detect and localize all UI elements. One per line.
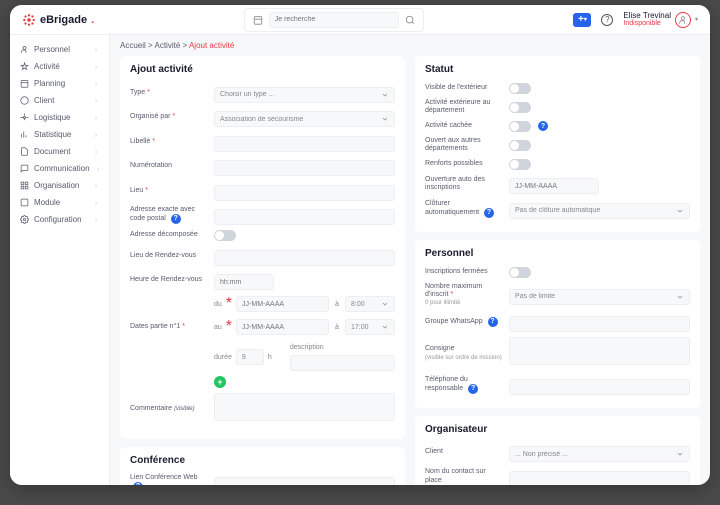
user-name: Elise Trevinal <box>623 12 671 20</box>
sidebar-item-planning[interactable]: Planning <box>10 75 109 92</box>
whatsapp-input[interactable] <box>509 316 690 332</box>
sidebar-item-activite[interactable]: Activité <box>10 58 109 75</box>
tel-resp-input[interactable] <box>509 379 690 395</box>
search-input[interactable] <box>269 12 399 28</box>
max-select[interactable]: Pas de limite <box>509 289 690 305</box>
info-icon[interactable]: ? <box>468 384 478 394</box>
desc-input[interactable] <box>290 355 395 371</box>
info-icon[interactable]: ? <box>538 121 548 131</box>
ouvert-toggle[interactable] <box>509 140 531 151</box>
date-du-input[interactable] <box>236 296 329 312</box>
add-part-button[interactable]: + <box>214 376 226 388</box>
sidebar-item-organisation[interactable]: Organisation <box>10 177 109 194</box>
time-du-select[interactable]: 8:00 <box>345 296 395 312</box>
ext-toggle[interactable] <box>509 102 531 113</box>
sidebar-item-logistique[interactable]: Logistique <box>10 109 109 126</box>
topbar: eBrigade. +▾ ? Elise Trevinal Indisponib… <box>10 5 710 35</box>
help-icon[interactable]: ? <box>601 14 613 26</box>
card-conference: Conférence Lien Conférence Web ? Code Co… <box>120 447 405 486</box>
rdv-input[interactable] <box>214 250 395 266</box>
sidebar-item-document[interactable]: Document <box>10 143 109 160</box>
time-au-select[interactable]: 17:00 <box>345 319 395 335</box>
lieu-input[interactable] <box>214 185 395 201</box>
logo-icon <box>22 13 36 27</box>
adresse-input[interactable] <box>214 209 395 225</box>
crumb-home[interactable]: Accueil <box>120 41 146 50</box>
sidebar-item-statistique[interactable]: Statistique <box>10 126 109 143</box>
cachee-toggle[interactable] <box>509 121 531 132</box>
renforts-toggle[interactable] <box>509 159 531 170</box>
type-select[interactable]: Choisir un type ... <box>214 87 395 103</box>
visible-toggle[interactable] <box>509 83 531 94</box>
card-ajout: Ajout activité Type *Choisir un type ...… <box>120 56 405 439</box>
consigne-input[interactable] <box>509 337 690 365</box>
card-title: Conférence <box>130 455 395 466</box>
card-title: Personnel <box>425 248 690 259</box>
card-title: Ajout activité <box>130 64 395 75</box>
info-icon[interactable]: ? <box>484 208 494 218</box>
nom-contact-input[interactable] <box>509 471 690 485</box>
cloture-select[interactable]: Pas de clôture automatique <box>509 203 690 219</box>
info-icon[interactable]: ? <box>171 214 181 224</box>
info-icon[interactable]: ? <box>133 482 143 485</box>
brand-name: eBrigade <box>40 14 87 26</box>
duree-input[interactable] <box>236 349 264 365</box>
sidebar-item-configuration[interactable]: Configuration <box>10 211 109 228</box>
libelle-input[interactable] <box>214 136 395 152</box>
sidebar-item-module[interactable]: Module <box>10 194 109 211</box>
sidebar-item-client[interactable]: Client <box>10 92 109 109</box>
organise-select[interactable]: Association de secourisme <box>214 111 395 127</box>
breadcrumb: Accueil > Activité > Ajout activité <box>120 41 700 50</box>
auto-date-input[interactable] <box>509 178 599 194</box>
heure-rdv-input[interactable] <box>214 274 274 290</box>
user-menu[interactable]: Elise Trevinal Indisponible ▾ <box>623 12 698 28</box>
date-au-input[interactable] <box>236 319 329 335</box>
card-title: Organisateur <box>425 424 690 435</box>
sidebar: Personnel Activité Planning Client Logis… <box>10 35 110 485</box>
search-icon <box>405 15 415 25</box>
card-personnel: Personnel Inscriptions fermées Nombre ma… <box>415 240 700 408</box>
add-button[interactable]: +▾ <box>573 13 591 27</box>
lien-input[interactable] <box>214 477 395 485</box>
calendar-icon <box>253 15 263 25</box>
decompose-toggle[interactable] <box>214 230 236 241</box>
user-status: Indisponible <box>623 20 671 27</box>
sidebar-item-communication[interactable]: Communication <box>10 160 109 177</box>
crumb-current: Ajout activité <box>189 41 234 50</box>
card-title: Statut <box>425 64 690 75</box>
search-box[interactable] <box>244 8 424 32</box>
fermees-toggle[interactable] <box>509 267 531 278</box>
card-statut: Statut Visible de l'extérieur Activité e… <box>415 56 700 232</box>
sidebar-item-personnel[interactable]: Personnel <box>10 41 109 58</box>
logo[interactable]: eBrigade. <box>22 13 94 27</box>
client-select[interactable]: ... Non précisé ... <box>509 446 690 462</box>
crumb-activite[interactable]: Activité <box>154 41 180 50</box>
numero-input[interactable] <box>214 160 395 176</box>
info-icon[interactable]: ? <box>488 317 498 327</box>
avatar <box>675 12 691 28</box>
card-organisateur: Organisateur Client... Non précisé ... N… <box>415 416 700 485</box>
commentaire-input[interactable] <box>214 393 395 421</box>
